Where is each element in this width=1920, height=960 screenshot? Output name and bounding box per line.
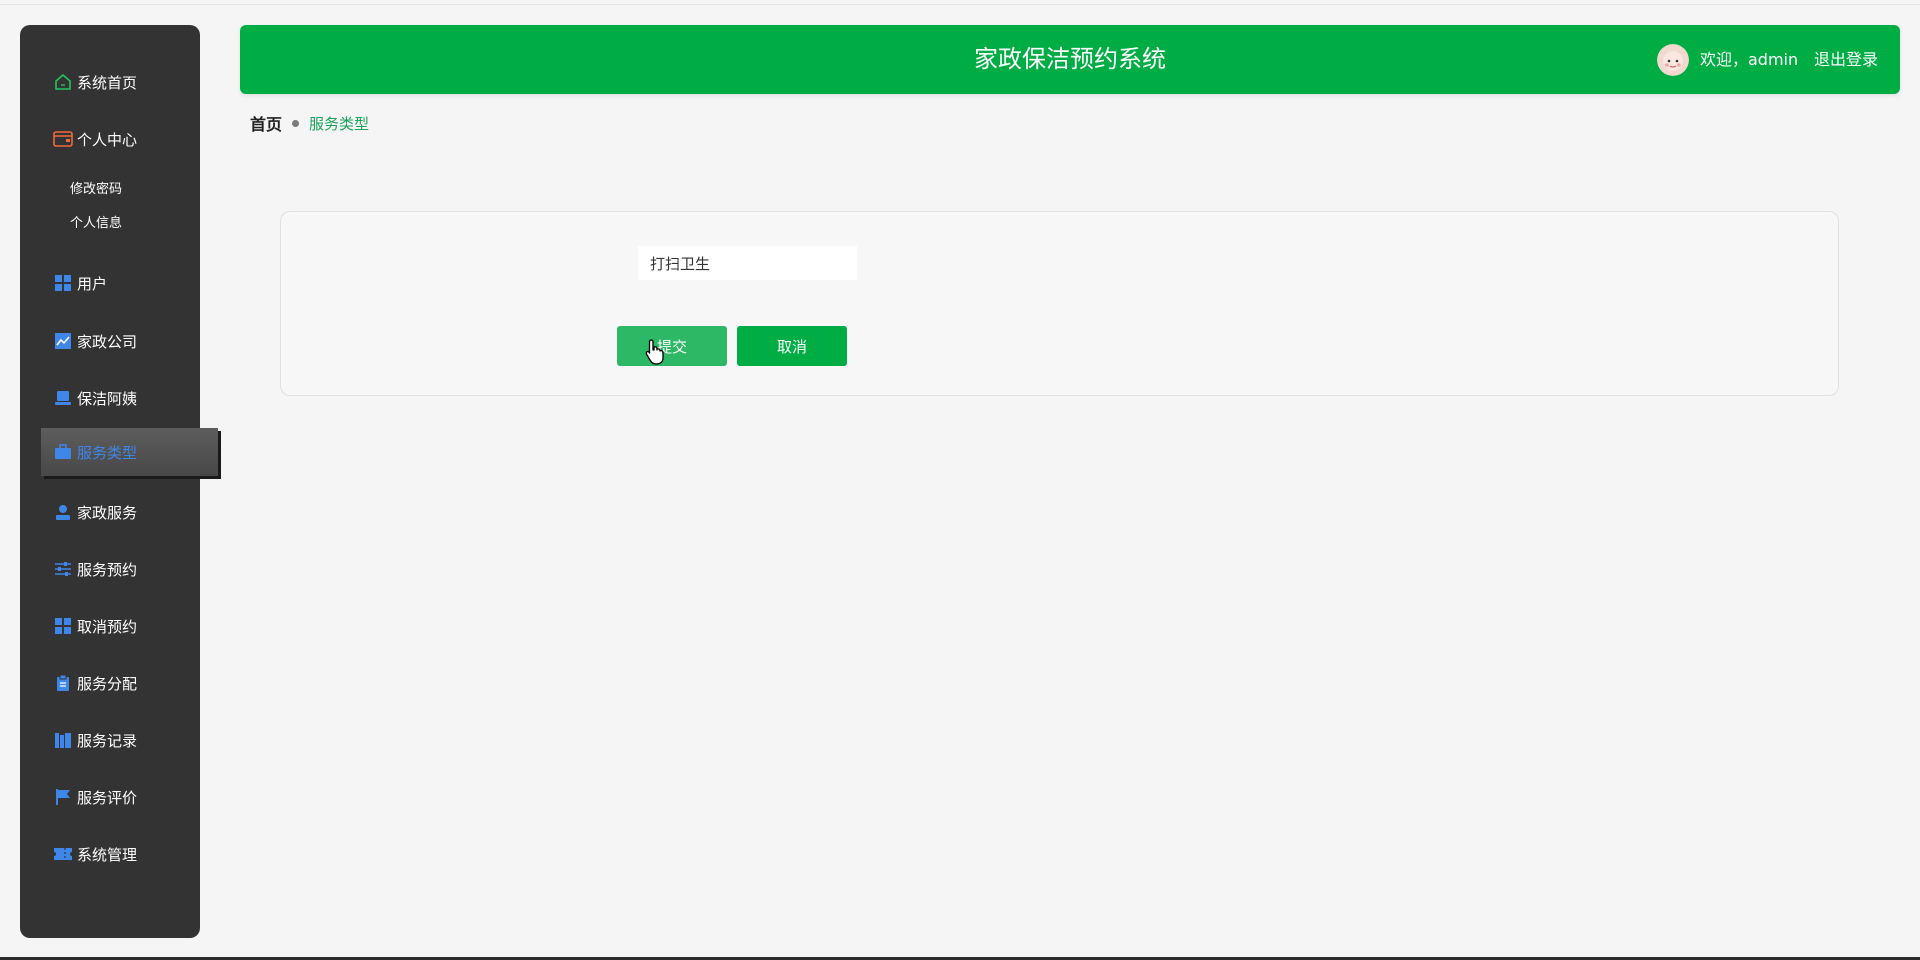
sidebar-item-system-manage[interactable]: 系统管理 bbox=[20, 834, 200, 874]
sidebar-item-label: 个人中心 bbox=[77, 130, 138, 149]
books-icon bbox=[53, 730, 73, 750]
home-icon bbox=[53, 72, 73, 92]
sidebar: 系统首页 个人中心 修改密码 个人信息 用户 家政公司 保洁阿姨 服务类型 家政… bbox=[20, 25, 218, 938]
cancel-button[interactable]: 取消 bbox=[737, 326, 847, 366]
sidebar-item-home-service[interactable]: 家政服务 bbox=[20, 492, 200, 532]
sidebar-subitem-personal-info[interactable]: 个人信息 bbox=[70, 214, 122, 234]
sidebar-subitem-change-password[interactable]: 修改密码 bbox=[70, 180, 122, 200]
sidebar-item-label: 家政公司 bbox=[77, 332, 138, 351]
sidebar-item-users[interactable]: 用户 bbox=[20, 263, 200, 303]
avatar[interactable] bbox=[1657, 44, 1689, 76]
sidebar-item-cleaners[interactable]: 保洁阿姨 bbox=[20, 378, 200, 418]
breadcrumb: 首页 服务类型 bbox=[250, 111, 370, 135]
briefcase-icon bbox=[53, 442, 73, 462]
sidebar-item-service-record[interactable]: 服务记录 bbox=[20, 720, 200, 760]
ticket-icon bbox=[53, 844, 73, 864]
grid-icon bbox=[53, 273, 73, 293]
breadcrumb-current: 服务类型 bbox=[309, 114, 370, 133]
sidebar-item-label: 家政服务 bbox=[77, 503, 138, 522]
sidebar-item-service-assign[interactable]: 服务分配 bbox=[20, 663, 200, 703]
logout-link[interactable]: 退出登录 bbox=[1814, 25, 1878, 94]
sidebar-item-label: 保洁阿姨 bbox=[77, 389, 138, 408]
sidebar-item-cancel-booking[interactable]: 取消预约 bbox=[20, 606, 200, 646]
chart-icon bbox=[53, 331, 73, 351]
sidebar-item-home[interactable]: 系统首页 bbox=[20, 62, 200, 102]
welcome-text: 欢迎，admin bbox=[1700, 50, 1799, 69]
sidebar-item-service-review[interactable]: 服务评价 bbox=[20, 777, 200, 817]
grid-icon bbox=[53, 616, 73, 636]
sidebar-item-label: 取消预约 bbox=[77, 617, 138, 636]
sidebar-item-label: 系统管理 bbox=[77, 845, 138, 864]
sidebar-item-personal-center[interactable]: 个人中心 bbox=[20, 119, 200, 159]
header-bar: 家政保洁预约系统 欢迎，admin 退出登录 bbox=[240, 25, 1900, 94]
breadcrumb-home[interactable]: 首页 bbox=[250, 111, 282, 135]
wallet-icon bbox=[53, 129, 73, 149]
service-type-input[interactable] bbox=[638, 246, 857, 280]
top-border bbox=[0, 4, 1920, 5]
sidebar-item-company[interactable]: 家政公司 bbox=[20, 321, 200, 361]
service-type-form: 服务类型 提交 取消 bbox=[280, 211, 1839, 396]
user-icon bbox=[53, 502, 73, 522]
submit-button[interactable]: 提交 bbox=[617, 326, 727, 366]
sidebar-item-label: 服务记录 bbox=[77, 731, 138, 750]
clipboard-icon bbox=[53, 673, 73, 693]
sidebar-item-label: 服务预约 bbox=[77, 560, 138, 579]
app-title: 家政保洁预约系统 bbox=[974, 45, 1166, 73]
sidebar-item-label: 服务分配 bbox=[77, 674, 138, 693]
laptop-icon bbox=[53, 388, 73, 408]
sidebar-item-label: 用户 bbox=[77, 274, 108, 293]
sliders-icon bbox=[53, 559, 73, 579]
breadcrumb-separator bbox=[292, 119, 300, 127]
sidebar-item-service-booking[interactable]: 服务预约 bbox=[20, 549, 200, 589]
flag-icon bbox=[53, 787, 73, 807]
sidebar-item-label: 系统首页 bbox=[77, 73, 138, 92]
sidebar-item-service-type[interactable]: 服务类型 bbox=[41, 428, 218, 476]
sidebar-item-label: 服务评价 bbox=[77, 788, 138, 807]
sidebar-item-label: 服务类型 bbox=[77, 443, 138, 462]
